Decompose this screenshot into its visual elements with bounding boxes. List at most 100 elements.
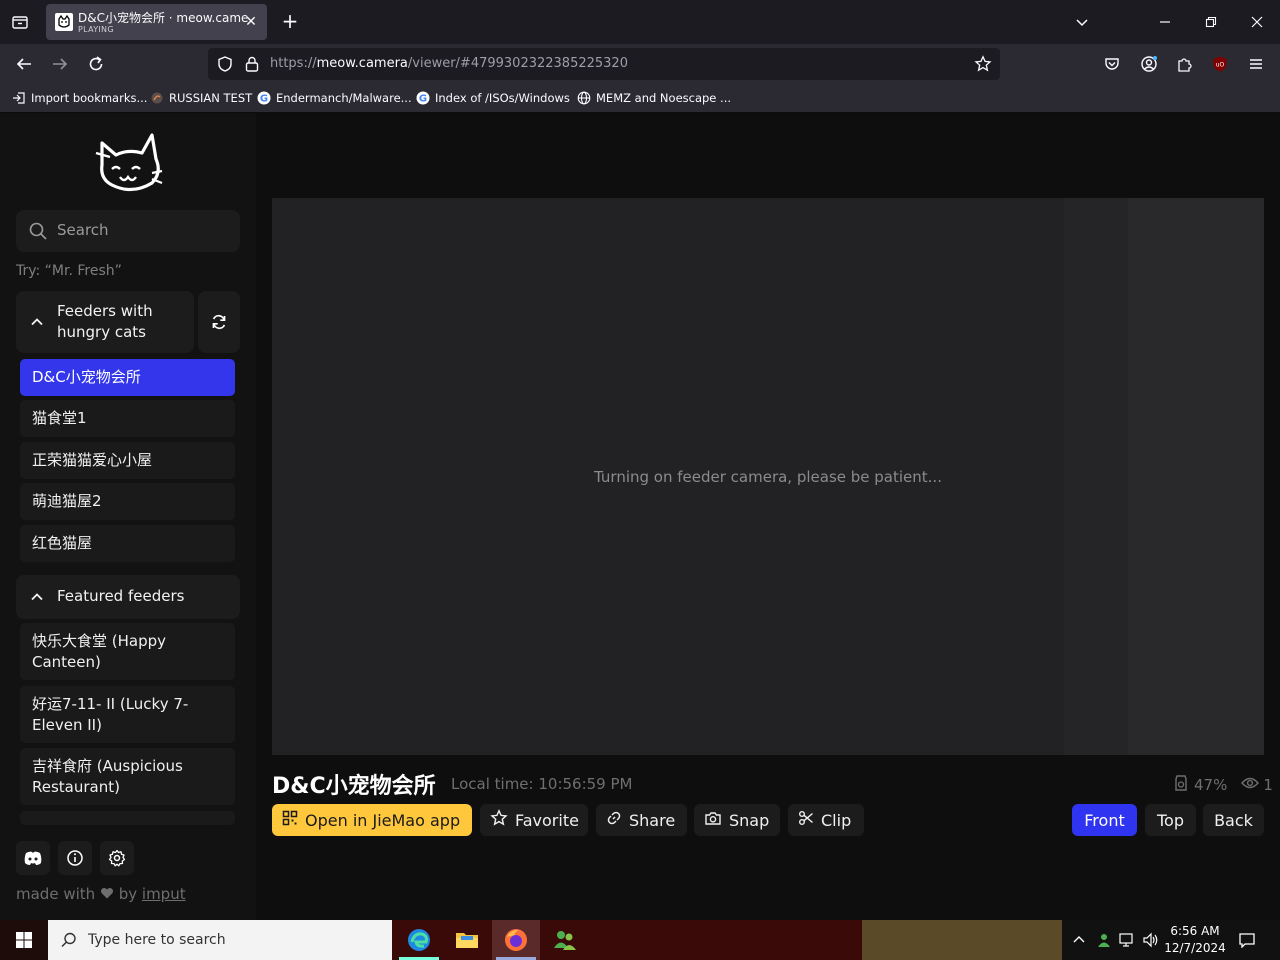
hamburger-menu-icon[interactable]: [1244, 52, 1268, 76]
chevron-up-icon: [29, 314, 45, 330]
hungry-cats-group-title: Feeders with hungry cats: [57, 302, 153, 341]
folder-icon: [456, 933, 478, 948]
nav-toolbar: https://meow.camera/viewer/#479930232238…: [0, 44, 1280, 84]
pocket-icon[interactable]: [1100, 52, 1124, 76]
feeder-search-input[interactable]: Search: [16, 210, 240, 252]
bookmark-star-icon[interactable]: [974, 55, 992, 73]
new-tab-icon[interactable]: +: [278, 10, 302, 34]
refresh-button[interactable]: [198, 291, 240, 353]
google-icon: G: [257, 91, 271, 105]
camera-top-button[interactable]: Top: [1145, 804, 1196, 836]
heart-icon: [100, 885, 114, 903]
author-link[interactable]: imput: [142, 885, 186, 903]
tab-list-icon[interactable]: [8, 10, 32, 34]
url-bar[interactable]: https://meow.camera/viewer/#479930232238…: [208, 48, 1000, 80]
network-icon[interactable]: [1116, 920, 1138, 960]
qr-code-icon: [282, 810, 298, 830]
clock-time: 6:56 AM: [1170, 924, 1220, 938]
account-icon[interactable]: [1137, 52, 1161, 76]
url-text[interactable]: https://meow.camera/viewer/#479930232238…: [270, 56, 628, 71]
bookmark-import[interactable]: Import bookmarks...: [12, 91, 147, 105]
feeder-item[interactable]: 萌迪猫屋2: [20, 483, 235, 520]
windows-taskbar: Type here to search 6:56 AM 12/7/2024: [0, 920, 1280, 960]
feeder-item[interactable]: 红色猫屋: [20, 525, 235, 562]
google-icon: G: [416, 91, 430, 105]
feeder-item[interactable]: 正荣猫猫爱心小屋: [20, 442, 235, 479]
info-icon: [67, 850, 83, 866]
viewer-count: 1: [1263, 776, 1273, 794]
about-button[interactable]: [58, 841, 92, 875]
volume-icon[interactable]: [1140, 920, 1162, 960]
tab-title: D&C小宠物会所 · meow.camera: [78, 11, 248, 25]
featured-feeder-item[interactable]: 好运7-11- II (Lucky 7-Eleven II): [20, 686, 235, 743]
search-icon: [60, 931, 78, 953]
site-icon: [150, 91, 164, 105]
ublock-origin-icon[interactable]: uO: [1208, 52, 1232, 76]
tab-close-icon[interactable]: ✕: [243, 14, 259, 30]
forward-arrow-icon[interactable]: [48, 52, 72, 76]
discord-icon: [24, 851, 42, 865]
bookmark-endermanch[interactable]: G Endermanch/Malware...: [257, 91, 412, 105]
import-icon: [12, 91, 26, 105]
loading-message: Turning on feeder camera, please be pati…: [594, 468, 942, 486]
favorite-button[interactable]: Favorite: [480, 804, 588, 836]
taskbar-edge-app[interactable]: [395, 920, 443, 960]
featured-feeder-item-partial[interactable]: [20, 811, 235, 825]
gear-icon: [108, 849, 126, 867]
taskbar-firefox-app[interactable]: [492, 920, 540, 960]
taskbar-clock[interactable]: 6:56 AM 12/7/2024: [1164, 923, 1226, 957]
windows-logo-icon: [16, 932, 32, 948]
featured-feeder-item[interactable]: 吉祥食府 (Auspicious Restaurant): [20, 748, 235, 805]
made-with-credit: made with by imput: [16, 885, 186, 903]
camera-front-button[interactable]: Front: [1072, 804, 1137, 836]
camera-icon: [704, 810, 722, 830]
search-hint: Try: “Mr. Fresh”: [16, 263, 122, 279]
open-in-app-button[interactable]: Open in JieMao app: [272, 804, 472, 836]
taskbar-search-box[interactable]: Type here to search: [48, 920, 392, 960]
camera-back-button[interactable]: Back: [1203, 804, 1264, 836]
share-button[interactable]: Share: [596, 804, 687, 836]
featured-feeders-group-header[interactable]: Featured feeders: [16, 575, 240, 619]
bookmark-memz[interactable]: MEMZ and Noescape ...: [577, 91, 731, 105]
list-all-tabs-chevron-icon[interactable]: [1070, 10, 1094, 34]
lock-icon[interactable]: [244, 55, 260, 73]
featured-feeder-item[interactable]: 快乐大食堂 (Happy Canteen): [20, 623, 235, 680]
bookmark-index-isos[interactable]: G Index of /ISOs/Windows: [416, 91, 570, 105]
active-tab[interactable]: D&C小宠物会所 · meow.camera PLAYING ✕: [46, 4, 267, 40]
meow-camera-page: Search Try: “Mr. Fresh” Feeders with hun…: [0, 113, 1280, 920]
taskbar-search-placeholder: Type here to search: [88, 932, 226, 948]
cat-logo-icon[interactable]: [92, 129, 164, 193]
feeder-item[interactable]: 猫食堂1: [20, 400, 235, 437]
local-time: Local time: 10:56:59 PM: [451, 775, 633, 793]
restore-icon[interactable]: [1199, 10, 1223, 34]
notifications-icon[interactable]: [1234, 920, 1260, 960]
bookmark-russian-test[interactable]: RUSSIAN TEST: [150, 91, 252, 105]
extensions-puzzle-icon[interactable]: [1173, 52, 1197, 76]
scissors-icon: [798, 810, 814, 830]
globe-icon: [577, 91, 591, 105]
tracking-shield-icon[interactable]: [216, 55, 234, 73]
chevron-up-icon: [29, 589, 45, 605]
tray-people-icon[interactable]: [1093, 920, 1115, 960]
taskbar-file-explorer-app[interactable]: [443, 920, 491, 960]
feeder-item-selected[interactable]: D&C小宠物会所: [20, 359, 235, 396]
refresh-icon: [212, 314, 226, 330]
start-button[interactable]: [0, 920, 48, 960]
minimize-icon[interactable]: [1153, 10, 1177, 34]
taskbar-people-app[interactable]: [541, 920, 589, 960]
cat-favicon-icon: [55, 13, 73, 31]
settings-button[interactable]: [100, 841, 134, 875]
feeder-stats: 47% 1: [1172, 774, 1273, 796]
eye-icon: [1241, 776, 1260, 794]
window-close-icon[interactable]: [1245, 10, 1269, 34]
hungry-cats-group-header[interactable]: Feeders with hungry cats: [16, 291, 194, 353]
snap-button[interactable]: Snap: [694, 804, 780, 836]
search-icon: [28, 221, 48, 241]
show-hidden-icons-chevron-icon[interactable]: [1068, 920, 1090, 960]
clip-button[interactable]: Clip: [788, 804, 864, 836]
camera-video-area[interactable]: Turning on feeder camera, please be pati…: [272, 198, 1264, 755]
discord-button[interactable]: [16, 841, 50, 875]
reload-icon[interactable]: [84, 52, 108, 76]
food-level: 47%: [1194, 776, 1228, 794]
back-arrow-icon[interactable]: [12, 52, 36, 76]
